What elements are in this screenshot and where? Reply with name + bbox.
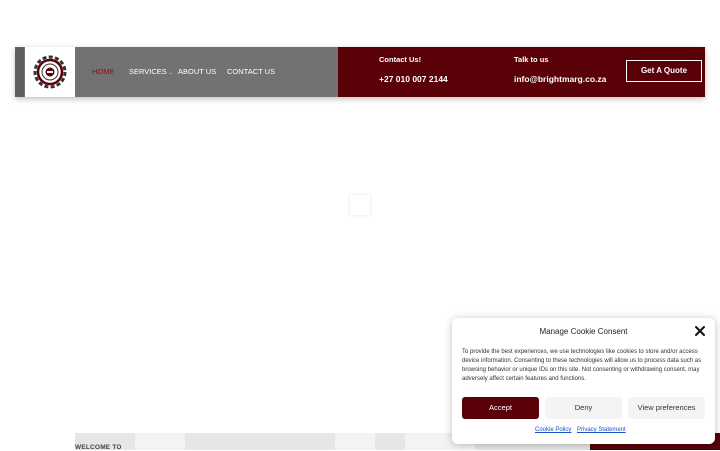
contact-label: Contact Us! — [379, 55, 422, 64]
nav-services[interactable]: SERVICES .. — [129, 47, 172, 97]
hero-image-detail — [135, 433, 185, 450]
nav-about[interactable]: ABOUT US — [178, 47, 216, 97]
nav-contact[interactable]: CONTACT US — [227, 47, 275, 97]
contact-bar: Contact Us! +27 010 007 2144 Talk to us … — [338, 47, 705, 97]
nav-bar-edge — [15, 47, 24, 97]
nav-home[interactable]: HOME — [92, 47, 115, 97]
hero-image-detail — [335, 433, 375, 450]
phone-link[interactable]: +27 010 007 2144 — [379, 74, 448, 84]
page-loader — [350, 195, 370, 215]
cookie-policy-link[interactable]: Cookie Policy — [535, 427, 571, 433]
site-logo[interactable] — [25, 47, 75, 97]
chevron-down-icon: .. — [168, 70, 173, 76]
email-link[interactable]: info@brightmarg.co.za — [514, 74, 606, 84]
email-label: Talk to us — [514, 55, 549, 64]
site-header: HOME SERVICES .. ABOUT US CONTACT US Con… — [15, 47, 705, 97]
cookie-dialog-text: To provide the best experiences, we use … — [462, 349, 702, 382]
cookie-consent-dialog: Manage Cookie Consent To provide the bes… — [452, 318, 715, 444]
deny-button[interactable]: Deny — [545, 397, 622, 419]
get-quote-button[interactable]: Get A Quote — [626, 60, 702, 82]
nav-bar: HOME SERVICES .. ABOUT US CONTACT US — [15, 47, 338, 97]
close-icon[interactable] — [693, 324, 707, 338]
cookie-dialog-title: Manage Cookie Consent — [539, 327, 628, 336]
privacy-statement-link[interactable]: Privacy Statement — [577, 427, 626, 433]
nav-services-label: SERVICES — [129, 67, 167, 76]
accept-button[interactable]: Accept — [462, 397, 539, 419]
view-preferences-button[interactable]: View preferences — [628, 397, 705, 419]
gear-logo-icon — [33, 55, 67, 89]
